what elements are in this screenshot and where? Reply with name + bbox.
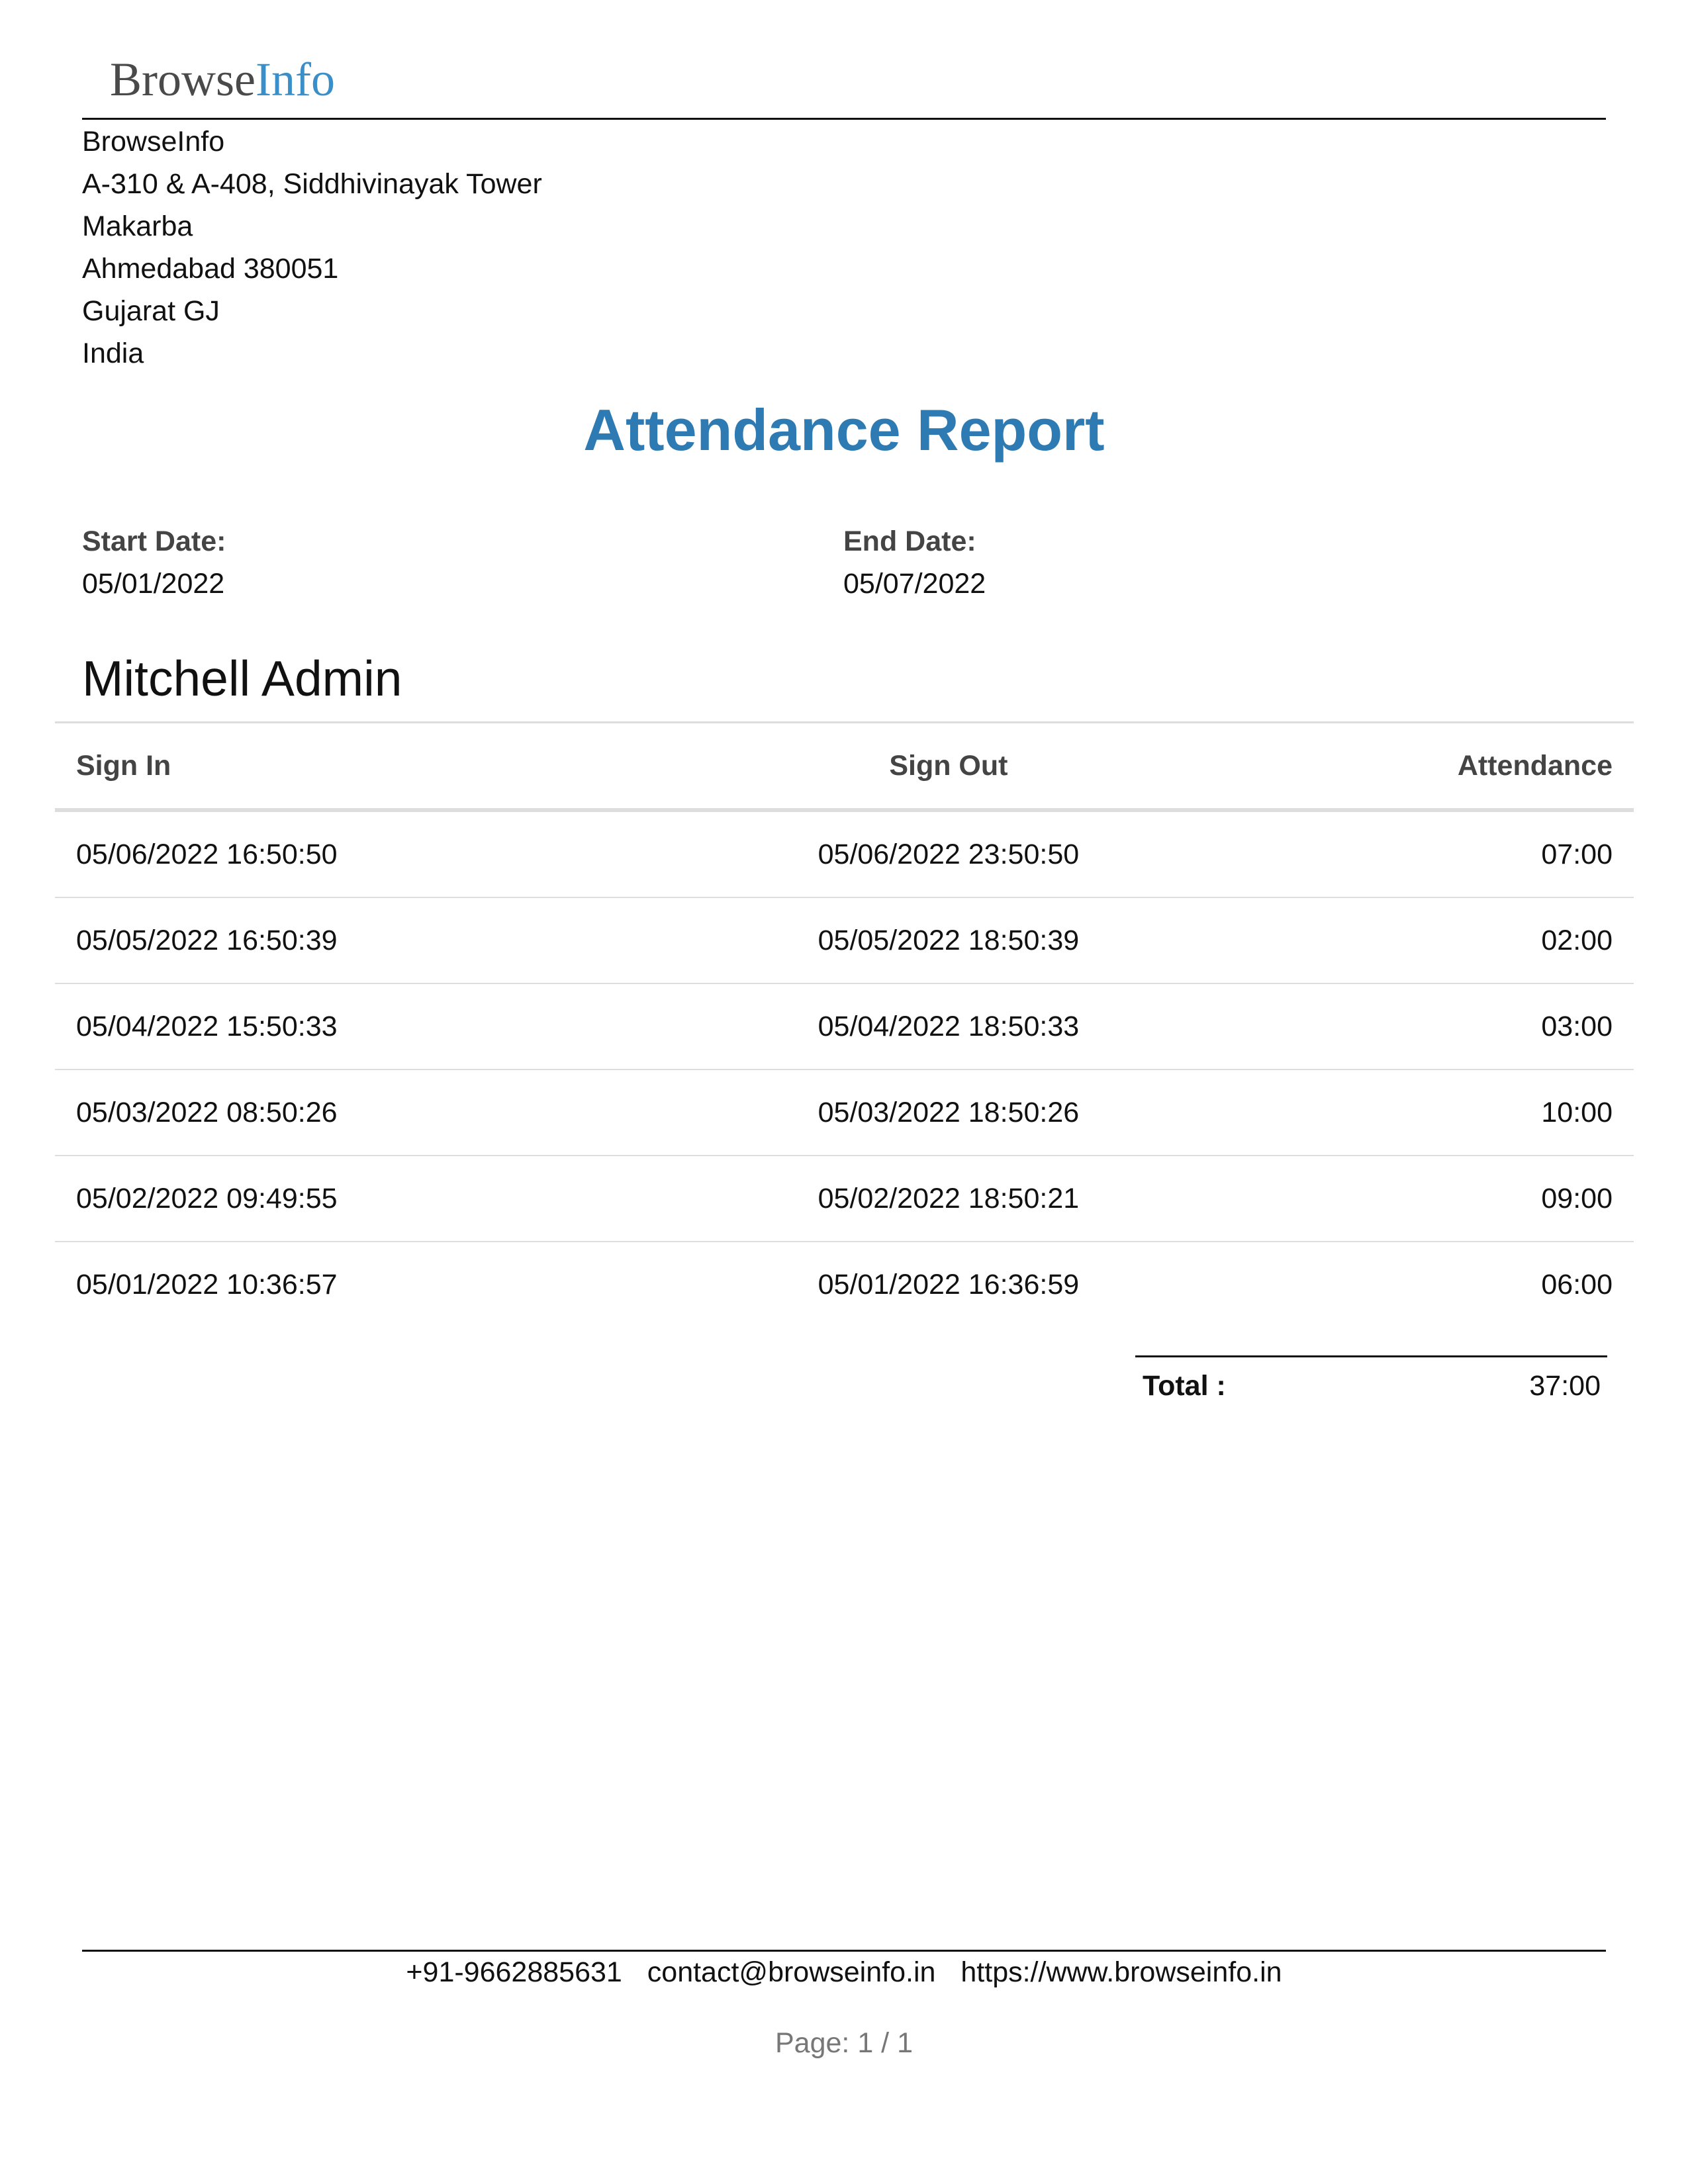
- total-divider: [1135, 1355, 1607, 1357]
- logo-text-info: Info: [255, 53, 335, 106]
- company-logo: BrowseInfo: [110, 46, 335, 113]
- logo-text-browse: Browse: [110, 53, 256, 106]
- attendance-cell: 10:00: [1246, 1069, 1634, 1156]
- table-row: 05/05/2022 16:50:39 05/05/2022 18:50:39 …: [55, 897, 1634, 984]
- table-row: 05/04/2022 15:50:33 05/04/2022 18:50:33 …: [55, 983, 1634, 1070]
- column-header-sign-out: Sign Out: [650, 721, 1246, 812]
- address-line-country: India: [82, 338, 144, 369]
- sign-in-cell: 05/01/2022 10:36:57: [76, 1268, 338, 1300]
- sign-in-cell: 05/05/2022 16:50:39: [55, 897, 651, 984]
- footer-phone: +91-9662885631: [406, 1956, 622, 1988]
- table-row: 05/03/2022 08:50:26 05/03/2022 18:50:26 …: [55, 1069, 1634, 1156]
- attendance-cell: 02:00: [1246, 897, 1634, 984]
- footer-contacts: +91-9662885631 contact@browseinfo.in htt…: [0, 1951, 1688, 1993]
- table-row: 05/01/2022 10:36:57 05/01/2022 16:36:59 …: [55, 1242, 1634, 1327]
- column-header-attendance: Attendance: [1246, 721, 1634, 812]
- sign-in-cell: 05/02/2022 09:49:55: [55, 1156, 651, 1242]
- column-header-sign-in: Sign In: [55, 721, 651, 812]
- start-date-label: Start Date:: [82, 525, 226, 557]
- attendance-cell: 06:00: [1541, 1268, 1613, 1300]
- address-line-city: Ahmedabad 380051: [82, 253, 339, 285]
- address-line-company: BrowseInfo: [82, 126, 225, 158]
- sign-out-cell: 05/05/2022 18:50:39: [650, 897, 1246, 984]
- start-date-value: 05/01/2022: [82, 568, 225, 600]
- end-date-block: End Date: 05/07/2022: [843, 520, 986, 605]
- attendance-cell: 09:00: [1246, 1156, 1634, 1242]
- header-divider: [82, 118, 1606, 120]
- address-line-area: Makarba: [82, 210, 193, 242]
- attendance-table: Sign In Sign Out Attendance 05/06/2022 1…: [55, 721, 1634, 1327]
- table-row: 05/06/2022 16:50:50 05/06/2022 23:50:50 …: [55, 810, 1634, 898]
- sign-in-cell: 05/03/2022 08:50:26: [55, 1069, 651, 1156]
- sign-out-cell: 05/03/2022 18:50:26: [650, 1069, 1246, 1156]
- footer-website: https://www.browseinfo.in: [961, 1956, 1282, 1988]
- end-date-value: 05/07/2022: [843, 568, 986, 600]
- total-value: 37:00: [1529, 1370, 1601, 1402]
- table-row: 05/02/2022 09:49:55 05/02/2022 18:50:21 …: [55, 1156, 1634, 1242]
- sign-out-cell: 05/06/2022 23:50:50: [650, 810, 1246, 898]
- attendance-cell: 07:00: [1246, 810, 1634, 898]
- sign-out-cell: 05/04/2022 18:50:33: [650, 983, 1246, 1070]
- total-label: Total :: [1143, 1370, 1226, 1402]
- end-date-label: End Date:: [843, 525, 976, 557]
- sign-out-cell: 05/02/2022 18:50:21: [650, 1156, 1246, 1242]
- address-line-state: Gujarat GJ: [82, 295, 220, 327]
- report-title: Attendance Report: [583, 397, 1105, 463]
- sign-in-cell: 05/04/2022 15:50:33: [55, 983, 651, 1070]
- footer-email: contact@browseinfo.in: [647, 1956, 936, 1988]
- start-date-block: Start Date: 05/01/2022: [82, 520, 226, 605]
- table-header-row: Sign In Sign Out Attendance: [55, 721, 1634, 812]
- sign-out-cell: 05/01/2022 16:36:59: [818, 1268, 1080, 1300]
- employee-name: Mitchell Admin: [82, 651, 402, 706]
- address-line-street: A-310 & A-408, Siddhivinayak Tower: [82, 168, 542, 200]
- attendance-cell: 03:00: [1246, 983, 1634, 1070]
- page-number: Page: 1 / 1: [775, 2027, 913, 2059]
- sign-in-cell: 05/06/2022 16:50:50: [55, 810, 651, 898]
- company-address: BrowseInfo A-310 & A-408, Siddhivinayak …: [82, 120, 542, 375]
